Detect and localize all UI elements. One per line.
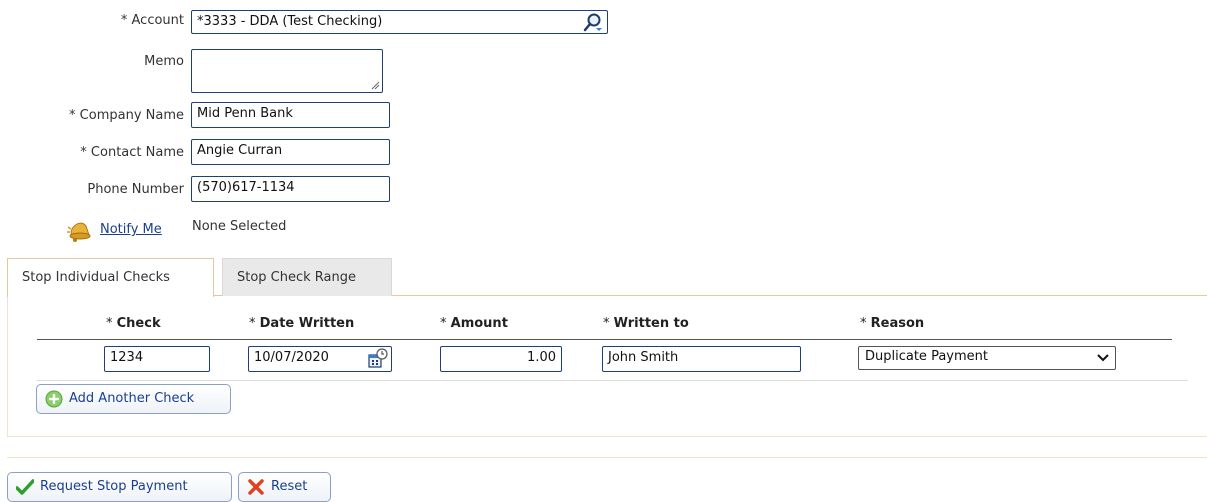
checkmark-icon (16, 479, 34, 495)
reset-label: Reset (271, 479, 308, 494)
date-written-input[interactable]: 10/07/2020 (248, 346, 392, 372)
memo-field[interactable] (191, 49, 383, 93)
resize-handle-icon[interactable] (370, 80, 380, 90)
header-date-written: * Date Written (249, 316, 355, 331)
row-divider (37, 380, 1188, 381)
calendar-clock-icon[interactable] (367, 348, 389, 370)
company-name-label: * Company Name (69, 108, 184, 123)
amount-input[interactable]: 1.00 (440, 346, 562, 372)
tab-stop-individual-checks[interactable]: Stop Individual Checks (7, 258, 214, 297)
header-written-to: * Written to (603, 316, 689, 331)
phone-number-value: (570)617-1134 (197, 180, 295, 195)
written-to-input[interactable]: John Smith (602, 346, 801, 372)
header-reason: * Reason (860, 316, 925, 331)
header-divider (37, 339, 1172, 340)
phone-number-label: Phone Number (87, 182, 184, 197)
header-check: * Check (106, 316, 161, 331)
contact-name-value: Angie Curran (197, 143, 283, 158)
magnifier-icon[interactable] (583, 12, 603, 32)
check-number-value: 1234 (110, 350, 144, 365)
plus-circle-icon (45, 390, 63, 408)
reset-button[interactable]: Reset (238, 472, 331, 502)
chevron-down-icon (1097, 354, 1109, 362)
memo-label: Memo (144, 54, 184, 69)
reason-select[interactable]: Duplicate Payment (858, 346, 1116, 370)
phone-number-field[interactable]: (570)617-1134 (191, 176, 390, 202)
contact-name-label: * Contact Name (80, 145, 184, 160)
request-stop-payment-button[interactable]: Request Stop Payment (7, 472, 232, 502)
contact-name-field[interactable]: Angie Curran (191, 139, 390, 165)
date-written-value: 10/07/2020 (254, 350, 329, 365)
actions-divider (7, 457, 1207, 458)
x-icon (248, 479, 264, 495)
request-stop-payment-label: Request Stop Payment (40, 479, 188, 494)
written-to-value: John Smith (608, 350, 679, 365)
company-name-field[interactable]: Mid Penn Bank (191, 102, 390, 128)
account-label: * Account (120, 13, 184, 28)
header-amount: * Amount (440, 316, 508, 331)
notify-status: None Selected (192, 219, 287, 234)
check-number-input[interactable]: 1234 (104, 346, 210, 372)
amount-value: 1.00 (527, 350, 556, 365)
account-value: *3333 - DDA (Test Checking) (197, 14, 383, 29)
reason-value: Duplicate Payment (865, 349, 988, 364)
add-another-check-label: Add Another Check (69, 391, 195, 406)
add-another-check-button[interactable]: Add Another Check (36, 384, 231, 414)
notify-me-link[interactable]: Notify Me (100, 222, 162, 237)
company-name-value: Mid Penn Bank (197, 106, 293, 121)
tab-stop-check-range[interactable]: Stop Check Range (222, 258, 392, 296)
account-field[interactable]: *3333 - DDA (Test Checking) (191, 10, 608, 34)
bell-icon[interactable] (66, 219, 92, 243)
